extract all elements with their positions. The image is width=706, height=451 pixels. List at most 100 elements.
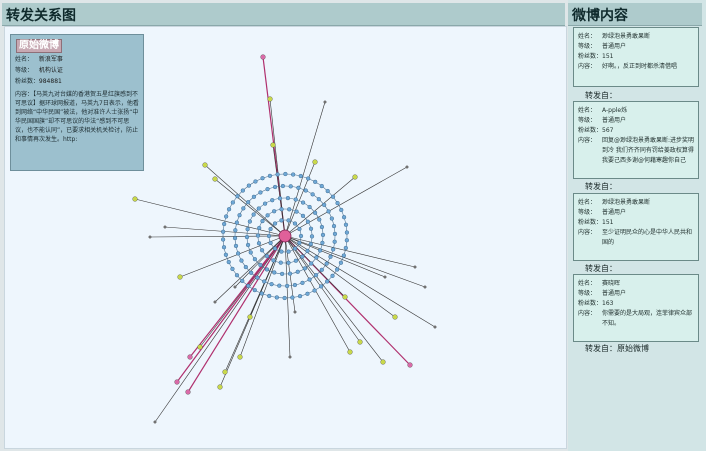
repost-node[interactable] bbox=[233, 243, 239, 249]
repost-node[interactable] bbox=[343, 245, 348, 251]
leaf-node[interactable] bbox=[392, 314, 398, 320]
repost-node[interactable] bbox=[256, 241, 262, 246]
repost-node[interactable] bbox=[265, 187, 270, 192]
repost-node[interactable] bbox=[332, 231, 338, 236]
repost-node[interactable] bbox=[287, 271, 293, 276]
repost-node[interactable] bbox=[344, 230, 350, 235]
repost-node[interactable] bbox=[286, 260, 291, 265]
repost-node[interactable] bbox=[264, 254, 270, 259]
leaf-node[interactable] bbox=[342, 294, 348, 300]
leaf-node[interactable] bbox=[413, 265, 417, 269]
leaf-node[interactable] bbox=[347, 349, 353, 355]
repost-node[interactable] bbox=[331, 247, 336, 252]
repost-node[interactable] bbox=[308, 241, 313, 247]
repost-node[interactable] bbox=[286, 249, 291, 254]
repost-node[interactable] bbox=[306, 176, 311, 181]
repost-node[interactable] bbox=[319, 224, 325, 230]
repost-node[interactable] bbox=[260, 176, 265, 181]
repost-node[interactable] bbox=[319, 284, 324, 289]
repost-node[interactable] bbox=[267, 293, 272, 299]
repost-node[interactable] bbox=[285, 196, 291, 201]
repost-node[interactable] bbox=[303, 188, 308, 193]
repost-node[interactable] bbox=[305, 291, 310, 296]
repost-node[interactable] bbox=[300, 254, 305, 259]
repost-node[interactable] bbox=[262, 279, 267, 284]
leaf-node[interactable] bbox=[153, 420, 157, 424]
leaf-node[interactable] bbox=[312, 159, 318, 165]
repost-node[interactable] bbox=[338, 260, 344, 265]
leaf-node[interactable] bbox=[222, 369, 228, 375]
repost-node[interactable] bbox=[317, 217, 322, 222]
repost-node[interactable] bbox=[239, 258, 244, 263]
repost-node[interactable] bbox=[262, 201, 268, 206]
leaf-node[interactable] bbox=[217, 384, 223, 390]
repost-node[interactable] bbox=[297, 226, 302, 232]
repost-node[interactable] bbox=[300, 200, 306, 205]
repost-node[interactable] bbox=[282, 295, 287, 301]
leaf-node[interactable] bbox=[148, 235, 152, 239]
repost-node[interactable] bbox=[277, 196, 283, 201]
repost-node[interactable] bbox=[226, 259, 231, 265]
repost-node[interactable] bbox=[234, 273, 240, 278]
repost-node[interactable] bbox=[275, 172, 280, 177]
repost-node[interactable] bbox=[221, 229, 226, 234]
repost-node[interactable] bbox=[230, 200, 235, 205]
repost-node[interactable] bbox=[298, 233, 304, 239]
repost-node[interactable] bbox=[335, 201, 340, 206]
repost-node[interactable] bbox=[325, 188, 330, 194]
repost-node[interactable] bbox=[264, 267, 270, 272]
leaf-node[interactable] bbox=[380, 359, 386, 365]
repost-node[interactable] bbox=[249, 270, 254, 275]
repost-node[interactable] bbox=[269, 282, 274, 287]
leaf-node[interactable] bbox=[213, 300, 217, 304]
repost-node[interactable] bbox=[240, 188, 245, 193]
repost-node[interactable] bbox=[341, 253, 346, 258]
repost-node[interactable] bbox=[295, 269, 300, 274]
repost-node[interactable] bbox=[223, 252, 229, 257]
repost-node[interactable] bbox=[246, 183, 251, 188]
repost-node[interactable] bbox=[236, 251, 241, 256]
repost-node[interactable] bbox=[234, 220, 239, 225]
repost-node[interactable] bbox=[307, 204, 312, 210]
repost-node[interactable] bbox=[292, 282, 298, 288]
leaf-node[interactable] bbox=[260, 54, 266, 60]
leaf-node[interactable] bbox=[132, 196, 138, 202]
repost-node[interactable] bbox=[343, 222, 349, 227]
repost-node[interactable] bbox=[279, 249, 284, 254]
leaf-node[interactable] bbox=[163, 225, 167, 229]
leaf-node[interactable] bbox=[288, 355, 292, 359]
repost-node[interactable] bbox=[232, 236, 238, 241]
leaf-node[interactable] bbox=[407, 362, 413, 368]
repost-node[interactable] bbox=[266, 233, 272, 239]
repost-node[interactable] bbox=[245, 227, 250, 232]
repost-node[interactable] bbox=[267, 173, 273, 178]
repost-node[interactable] bbox=[324, 261, 329, 266]
leaf-node[interactable] bbox=[187, 354, 193, 360]
repost-node[interactable] bbox=[285, 283, 290, 289]
post-card[interactable]: 姓名： 渺绿泡景勇敢果断 等级： 普通用户 粉丝数：151 内容： 至少证明民众的心是… bbox=[573, 193, 699, 261]
repost-node[interactable] bbox=[326, 209, 331, 214]
repost-node[interactable] bbox=[307, 277, 312, 282]
repost-node[interactable] bbox=[237, 213, 242, 218]
repost-node[interactable] bbox=[221, 245, 227, 250]
repost-node[interactable] bbox=[279, 207, 284, 212]
repost-node[interactable] bbox=[297, 240, 302, 246]
repost-node[interactable] bbox=[253, 179, 258, 184]
repost-node[interactable] bbox=[294, 209, 299, 214]
repost-node[interactable] bbox=[316, 197, 321, 202]
repost-node[interactable] bbox=[291, 172, 296, 177]
repost-node[interactable] bbox=[244, 234, 250, 240]
repost-node[interactable] bbox=[331, 223, 337, 229]
leaf-node[interactable] bbox=[323, 100, 327, 104]
repost-node[interactable] bbox=[319, 267, 324, 272]
repost-node[interactable] bbox=[246, 283, 251, 289]
repost-node[interactable] bbox=[277, 283, 282, 288]
repost-node[interactable] bbox=[286, 218, 291, 223]
post-card[interactable]: 姓名： A-pple烁 等级： 普通用户 粉丝数：567 内容： 回复@渺绿泡景勇敢果… bbox=[573, 101, 699, 179]
repost-node[interactable] bbox=[246, 200, 251, 205]
repost-node[interactable] bbox=[335, 267, 340, 272]
repost-node[interactable] bbox=[233, 228, 238, 233]
repost-node[interactable] bbox=[292, 246, 298, 251]
repost-node[interactable] bbox=[300, 213, 306, 218]
repost-node[interactable] bbox=[258, 190, 263, 195]
